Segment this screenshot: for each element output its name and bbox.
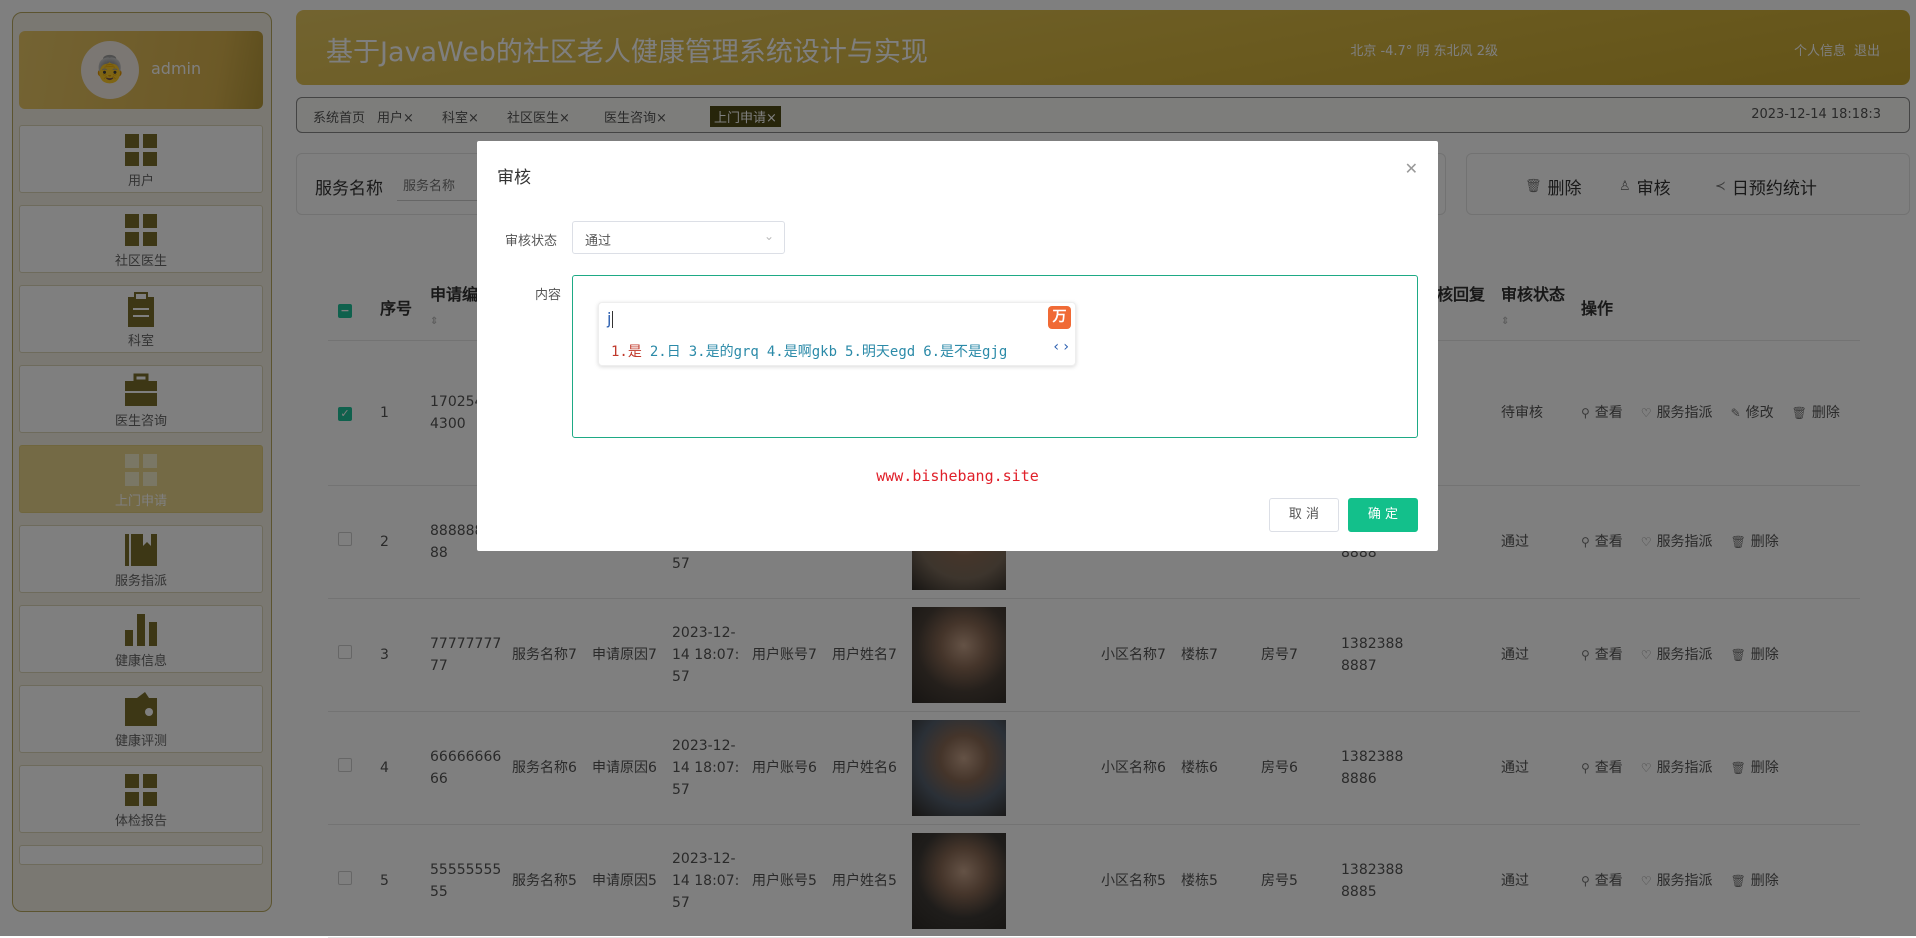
ime-candidate[interactable]: 6.是不是gjg xyxy=(923,341,1007,361)
chevron-down-icon: ⌄ xyxy=(763,229,774,243)
site-watermark: www.bishebang.site xyxy=(876,467,1039,485)
ime-candidate[interactable]: 5.明天egd xyxy=(845,341,915,361)
status-label: 审核状态 xyxy=(505,234,558,249)
ime-candidate[interactable]: 2.日 xyxy=(650,341,681,361)
status-value: 通过 xyxy=(585,234,612,249)
ime-candidate[interactable]: 1.是 xyxy=(611,341,642,361)
ime-candidate[interactable]: 4.是啊gkb xyxy=(767,341,837,361)
cancel-button[interactable]: 取 消 xyxy=(1269,498,1339,532)
content-label: 内容 xyxy=(535,288,562,303)
ime-candidate[interactable]: 3.是的grq xyxy=(689,341,759,361)
dialog-title: 审核 xyxy=(497,168,531,188)
ime-candidate-window: j 万 1.是 2.日 3.是的grq 4.是啊gkb 5.明天egd 6.是不是gjg … xyxy=(598,302,1076,366)
ime-logo-icon: 万 xyxy=(1048,306,1071,329)
ime-composition: j xyxy=(607,309,612,328)
chevron-right-icon[interactable]: ‹ › xyxy=(1053,339,1069,355)
status-select[interactable]: 通过 ⌄ xyxy=(572,221,785,254)
confirm-button[interactable]: 确 定 xyxy=(1348,498,1418,532)
close-icon[interactable]: ✕ xyxy=(1405,159,1418,178)
review-dialog: 审核 ✕ 审核状态 通过 ⌄ 内容 j 万 1.是 2.日 3.是的grq 4.是啊gk… xyxy=(477,141,1438,551)
